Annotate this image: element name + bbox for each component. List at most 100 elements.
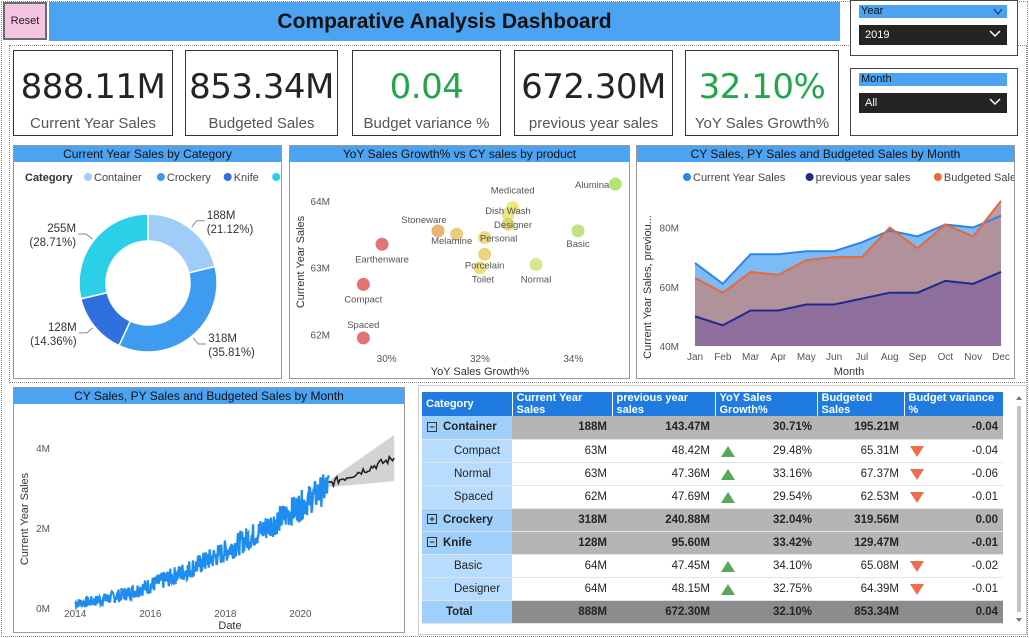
y-axis-label: Current Year Sales, previou... — [642, 215, 654, 359]
scatter-point[interactable] — [529, 257, 543, 271]
table-row[interactable]: Basic 64M 47.45M 34.10% 65.08M -0.02 — [422, 554, 1003, 578]
yoy-growth-cell: 29.54% — [715, 485, 817, 509]
yoy-growth-cell: 32.04% — [715, 508, 817, 532]
column-header[interactable]: Category — [422, 392, 513, 416]
category-cell: + Crockery — [422, 508, 512, 532]
y-tick-label: 60M — [660, 283, 679, 294]
category-cell: − Container — [422, 416, 512, 440]
donut-slice-knife[interactable] — [79, 291, 132, 347]
column-header[interactable]: Budgeted Sales — [817, 392, 905, 416]
scatter-point[interactable] — [571, 224, 585, 238]
current-year-sales-cell: 63M — [512, 439, 612, 463]
year-dropdown[interactable]: 2019 — [859, 25, 1007, 45]
scatter-point[interactable] — [608, 177, 622, 191]
kpi-label: Budget variance % — [363, 115, 490, 132]
category-cell: Designer — [422, 577, 512, 601]
matrix-scrollbar[interactable] — [1014, 392, 1024, 630]
x-tick-label: Dec — [992, 352, 1010, 363]
chart-title: CY Sales, PY Sales and Budgeted Sales by… — [14, 388, 404, 404]
budgeted-sales-cell: 65.31M — [817, 439, 904, 463]
table-row[interactable]: Designer 64M 48.15M 32.75% 64.39M -0.01 — [422, 577, 1003, 601]
current-year-sales-cell: 64M — [512, 577, 612, 601]
budgeted-sales-cell: 65.08M — [817, 554, 904, 578]
x-tick-label: Apr — [771, 352, 787, 363]
data-label-value: 318M — [208, 333, 237, 345]
data-label-percent: (28.71%) — [29, 237, 76, 249]
table-row[interactable]: Spaced 62M 47.69M 29.54% 62.53M -0.01 — [422, 485, 1003, 509]
column-header[interactable]: YoY Sales Growth% — [715, 392, 818, 416]
timeseries-chart[interactable]: Current Year Sales Date 2014 2016 2018 2020… — [14, 404, 404, 632]
x-tick-label: Oct — [938, 352, 954, 363]
legend-item[interactable]: Crockery — [167, 172, 212, 184]
table-row[interactable]: Compact 63M 48.42M 29.48% 65.31M -0.04 — [422, 439, 1003, 463]
data-label-percent: (35.81%) — [208, 347, 255, 359]
donut-slice-soap[interactable] — [78, 213, 149, 300]
y-tick-label: 64M — [311, 197, 330, 208]
x-tick-label: Jan — [687, 352, 703, 363]
scatter-chart[interactable]: Current Year Sales YoY Sales Growth% 30%… — [290, 162, 629, 378]
point-label: Designer — [494, 220, 532, 231]
reset-button[interactable]: Reset — [3, 2, 47, 40]
scatter-point[interactable] — [375, 237, 389, 251]
expand-icon[interactable]: + — [427, 514, 437, 525]
point-label: Medicated — [491, 185, 535, 196]
yoy-growth-cell: 33.42% — [715, 531, 817, 555]
kpi-current-year-sales: 888.11M Current Year Sales — [13, 50, 173, 136]
collapse-icon[interactable]: − — [427, 422, 437, 433]
chevron-down-icon — [993, 8, 1003, 16]
actual-sales-line[interactable] — [74, 474, 330, 612]
triangle-down-icon — [910, 491, 924, 503]
budget-variance-cell: -0.01 — [904, 531, 1003, 555]
legend-item[interactable]: Current Year Sales — [693, 172, 786, 184]
x-tick-label: 2016 — [139, 609, 162, 620]
legend-item[interactable]: previous year sales — [816, 172, 911, 184]
scatter-point[interactable] — [478, 247, 492, 261]
point-label: Spaced — [347, 320, 379, 331]
legend-marker — [933, 173, 942, 181]
scatter-point[interactable] — [356, 277, 370, 291]
legend-item[interactable]: Budgeted Sales — [944, 172, 1014, 184]
current-year-sales-cell: 128M — [512, 531, 612, 555]
kpi-label: YoY Sales Growth% — [694, 115, 830, 132]
kpi-value: 888.11M — [20, 67, 166, 107]
point-label: Alumina — [575, 180, 610, 191]
column-header[interactable]: previous year sales — [612, 392, 716, 416]
area-chart-panel: CY Sales, PY Sales and Budgeted Sales by… — [636, 145, 1015, 379]
column-header[interactable]: Budget variance % — [904, 392, 1004, 416]
donut-slice-crockery[interactable] — [117, 265, 218, 353]
scatter-point[interactable] — [356, 331, 370, 345]
kpi-value: 0.04 — [389, 67, 464, 107]
previous-year-sales-cell: 47.36M — [612, 462, 715, 486]
legend-marker — [805, 173, 814, 181]
donut-chart[interactable]: Category ContainerCrockeryKnifeSoap 188M… — [14, 162, 281, 378]
legend-item[interactable]: Container — [94, 172, 142, 184]
point-label: Toilet — [472, 275, 495, 286]
category-cell: Spaced — [422, 485, 512, 509]
triangle-down-icon — [910, 560, 924, 572]
kpi-value: 672.30M — [521, 67, 666, 107]
point-label: Basic — [566, 239, 589, 250]
budget-variance-cell: 0.04 — [904, 600, 1003, 624]
x-tick-label: Aug — [881, 352, 899, 363]
total-row[interactable]: Total 888M 672.30M 32.10% 853.34M 0.04 — [422, 600, 1003, 624]
table-row[interactable]: Normal 63M 47.36M 33.16% 67.37M -0.06 — [422, 462, 1003, 486]
category-cell: − Knife — [422, 531, 512, 555]
collapse-icon[interactable]: − — [427, 537, 437, 548]
x-tick-label: Nov — [964, 352, 982, 363]
y-axis-label: Current Year Sales — [19, 472, 31, 565]
point-label: Stoneware — [401, 215, 446, 226]
donut-slice-container[interactable] — [147, 213, 216, 274]
kpi-value: 32.10% — [698, 67, 826, 107]
x-tick-label: May — [797, 352, 816, 363]
group-row[interactable]: + Crockery 318M 240.88M 32.04% 319.56M 0.00 — [422, 508, 1003, 532]
previous-year-sales-cell: 47.69M — [612, 485, 715, 509]
group-row[interactable]: − Knife 128M 95.60M 33.42% 129.47M -0.01 — [422, 531, 1003, 555]
month-dropdown[interactable]: All — [859, 93, 1007, 113]
group-row[interactable]: − Container 188M 143.47M 30.71% 195.21M -0.04 — [422, 416, 1003, 440]
x-tick-label: 34% — [563, 354, 583, 365]
kpi-previous-year-sales: 672.30M previous year sales — [514, 50, 673, 136]
current-year-sales-cell: 63M — [512, 462, 612, 486]
column-header[interactable]: Current Year Sales — [512, 392, 613, 416]
area-chart[interactable]: Current Year Sales previous year sales Bud… — [637, 162, 1014, 378]
legend-item[interactable]: Knife — [234, 172, 259, 184]
